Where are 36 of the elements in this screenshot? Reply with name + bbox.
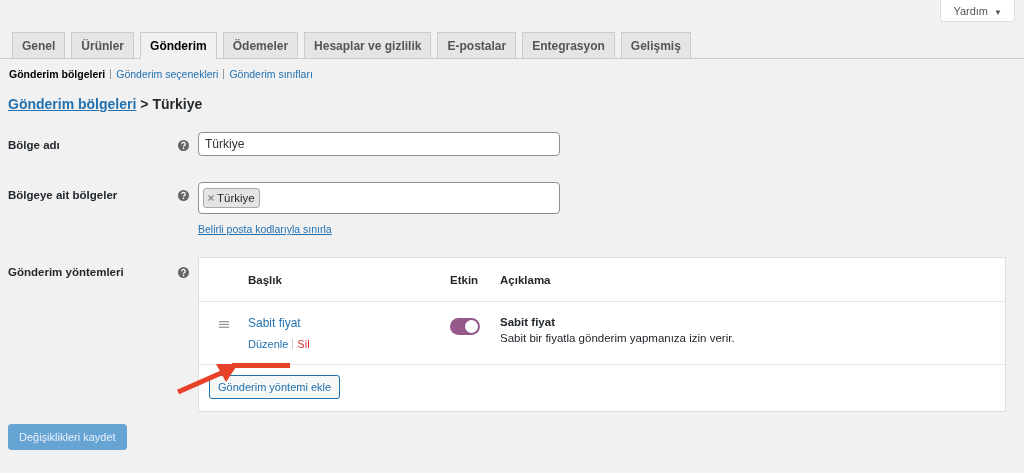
drag-handle-icon[interactable] <box>218 321 229 328</box>
page-title: > Türkiye <box>140 96 203 112</box>
column-header: Başlık <box>248 273 283 286</box>
subnav-link[interactable]: Gönderim seçenekleri <box>116 68 219 80</box>
help-button[interactable]: Yardım ▼ <box>940 0 1015 22</box>
postcode-link[interactable]: Belirli posta kodlarıyla sınırla <box>198 223 560 235</box>
description-text: Sabit bir fiyatla gönderim yapmanıza izin verir. <box>500 332 736 344</box>
tab[interactable]: Ödemeler <box>222 32 299 58</box>
regions-field[interactable]: Türkiye <box>198 182 560 214</box>
field-label: Bölgeye ait bölgeler <box>8 188 119 201</box>
region-tag[interactable]: Türkiye <box>203 188 260 208</box>
method-title-link[interactable]: Sabit fiyat <box>248 316 450 330</box>
description-title: Sabit fiyat <box>500 316 556 328</box>
help-icon[interactable] <box>178 140 189 151</box>
help-icon[interactable] <box>178 267 189 278</box>
breadcrumb-link[interactable]: Gönderim bölgeleri <box>8 96 137 112</box>
field-label: Gönderim yöntemleri <box>8 265 125 278</box>
tab[interactable]: E-postalar <box>437 32 517 58</box>
tab[interactable]: Gönderim <box>140 32 217 59</box>
field-label: Bölge adı <box>8 138 61 151</box>
tab[interactable]: Hesaplar ve gizlilik <box>304 32 432 58</box>
delete-link[interactable]: Sil <box>297 338 310 350</box>
tab[interactable]: Genel <box>12 32 66 58</box>
tab[interactable]: Ürünler <box>71 32 135 58</box>
edit-link[interactable]: Düzenle <box>248 338 289 350</box>
toggle-switch[interactable] <box>450 318 480 335</box>
tab[interactable]: Gelişmiş <box>620 32 691 58</box>
column-header: Etkin <box>450 273 480 286</box>
subnav-link[interactable]: Gönderim sınıfları <box>229 68 313 80</box>
zone-name-field[interactable]: Türkiye <box>198 132 560 156</box>
add-method-button[interactable]: Gönderim yöntemi ekle <box>209 375 341 399</box>
subnav-link[interactable]: Gönderim bölgeleri <box>9 68 106 80</box>
remove-icon[interactable] <box>208 195 214 201</box>
tab[interactable]: Entegrasyon <box>522 32 615 58</box>
help-icon[interactable] <box>178 190 189 201</box>
column-header: Açıklama <box>500 273 552 286</box>
